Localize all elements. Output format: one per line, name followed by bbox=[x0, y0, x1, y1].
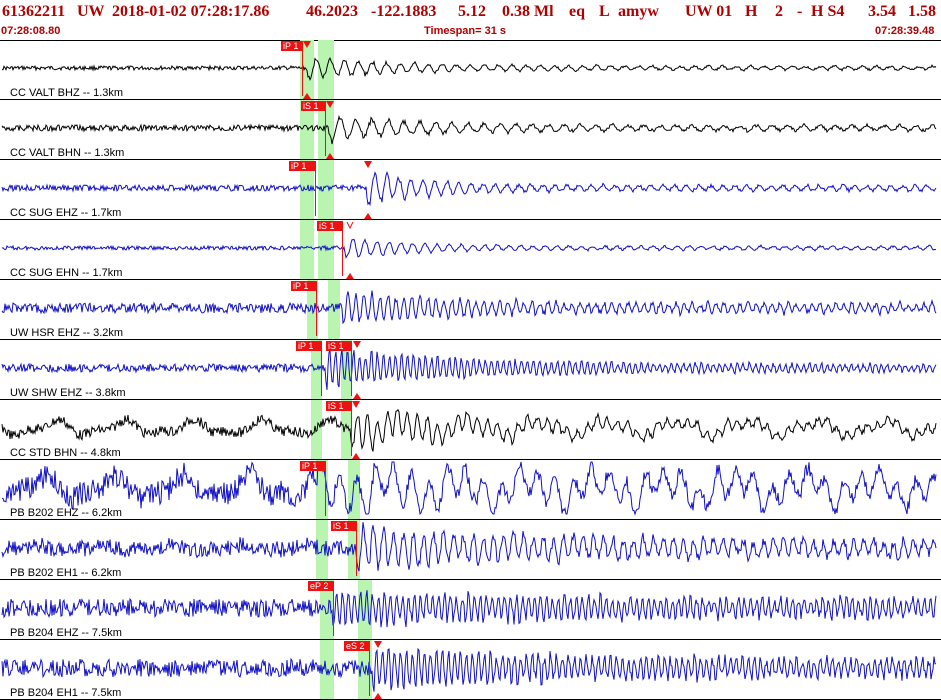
channel-track[interactable]: iP 1 UW HSR EHZ -- 3.2km bbox=[0, 280, 941, 340]
amplitude-marker-icon[interactable] bbox=[364, 213, 372, 219]
event-hs: H S4 bbox=[811, 3, 845, 20]
event-header: 61362211 UW 2018-01-02 07:28:17.86 46.20… bbox=[0, 0, 941, 41]
event-id: 61362211 bbox=[2, 3, 66, 20]
waveform-trace bbox=[1, 170, 937, 207]
event-dash: - bbox=[797, 3, 803, 20]
channel-track[interactable]: iS 1 PB B202 EH1 -- 6.2km bbox=[0, 520, 941, 580]
channel-label: CC SUG EHN -- 1.7km bbox=[10, 267, 122, 279]
pick-label: eS 2 bbox=[346, 641, 365, 651]
waveform-trace bbox=[1, 348, 937, 390]
channel-label: UW HSR EHZ -- 3.2km bbox=[10, 327, 123, 339]
channel-track[interactable]: iP 1 CC SUG EHZ -- 1.7km bbox=[0, 160, 941, 220]
channel-track[interactable]: eS 2 PB B204 EH1 -- 7.5km bbox=[0, 640, 941, 700]
waveform-trace bbox=[1, 522, 937, 572]
pick-label: iS 1 bbox=[328, 341, 344, 351]
waveform-trace bbox=[1, 114, 937, 145]
channel-label: PB B202 EHZ -- 6.2km bbox=[10, 507, 122, 519]
channel-track[interactable]: iP 1 iS 1 UW SHW EHZ -- 3.8km bbox=[0, 340, 941, 400]
time-end: 07:28:39.48 bbox=[875, 25, 935, 37]
event-datetime: 2018-01-02 07:28:17.86 bbox=[112, 3, 270, 20]
waveform-trace bbox=[1, 647, 936, 692]
pick-label: iS 1 bbox=[303, 101, 319, 111]
event-network: UW bbox=[77, 3, 105, 20]
pick-label: iS 1 bbox=[319, 221, 335, 231]
channel-label: PB B204 EH1 -- 7.5km bbox=[10, 687, 121, 699]
event-summary-line: 61362211 UW 2018-01-02 07:28:17.86 46.20… bbox=[2, 2, 939, 22]
time-ruler: 07:28:08.80 Timespan= 31 s 07:28:39.48 bbox=[0, 24, 941, 38]
s-phase-window bbox=[348, 460, 360, 520]
waveform-trace bbox=[1, 238, 937, 259]
seismogram-panel[interactable]: iP 1 CC VALT BHZ -- 1.3km iS 1 CC VALT BHN … bbox=[0, 40, 941, 700]
time-start: 07:28:08.80 bbox=[1, 25, 61, 37]
amplitude-marker-icon[interactable] bbox=[353, 341, 361, 348]
channel-label: CC VALT BHN -- 1.3km bbox=[10, 147, 124, 159]
event-type: eq bbox=[569, 3, 585, 20]
waveform-trace bbox=[1, 290, 937, 325]
amplitude-marker-icon[interactable] bbox=[352, 453, 360, 459]
event-count: 2 bbox=[775, 3, 783, 20]
pick-label: iP 1 bbox=[283, 41, 298, 51]
p-phase-window bbox=[300, 220, 314, 280]
channel-track[interactable]: iS 1 CC SUG EHN -- 1.7km bbox=[0, 220, 941, 280]
event-status: L bbox=[599, 3, 610, 20]
amplitude-marker-icon[interactable] bbox=[346, 221, 354, 230]
waveform-trace bbox=[1, 590, 937, 628]
p-phase-window bbox=[311, 400, 322, 460]
channel-track[interactable]: iP 1 CC VALT BHZ -- 1.3km bbox=[0, 40, 941, 100]
channel-label: CC VALT BHZ -- 1.3km bbox=[10, 87, 123, 99]
amplitude-marker-icon[interactable] bbox=[346, 273, 354, 279]
event-author: amyw bbox=[618, 3, 659, 20]
amplitude-marker-icon[interactable] bbox=[353, 393, 361, 399]
event-value-2: 1.58 bbox=[908, 3, 936, 20]
event-source: UW 01 bbox=[685, 3, 733, 20]
event-quality: H bbox=[745, 3, 758, 20]
event-value-1: 3.54 bbox=[868, 3, 896, 20]
event-magnitude: 0.38 Ml bbox=[502, 3, 554, 20]
pick-label: eP 2 bbox=[310, 581, 328, 591]
channel-track[interactable]: iS 1 CC STD BHN -- 4.8km bbox=[0, 400, 941, 460]
channel-label: PB B202 EH1 -- 6.2km bbox=[10, 567, 121, 579]
amplitude-marker-icon[interactable] bbox=[374, 693, 382, 699]
timespan-label: Timespan= 31 s bbox=[424, 25, 507, 37]
channel-label: UW SHW EHZ -- 3.8km bbox=[10, 387, 126, 399]
amplitude-marker-icon[interactable] bbox=[374, 641, 382, 648]
pick-label: iP 1 bbox=[291, 161, 306, 171]
channel-label: PB B204 EHZ -- 7.5km bbox=[10, 627, 122, 639]
amplitude-marker-icon[interactable] bbox=[364, 161, 372, 168]
channel-track[interactable]: iP 1 PB B202 EHZ -- 6.2km bbox=[0, 460, 941, 520]
event-longitude: -122.1883 bbox=[371, 3, 437, 20]
waveform-trace bbox=[1, 408, 937, 452]
channel-label: CC STD BHN -- 4.8km bbox=[10, 447, 121, 459]
pick-label: iP 1 bbox=[298, 341, 313, 351]
pick-label: iP 1 bbox=[293, 281, 308, 291]
channel-track[interactable]: eP 2 PB B204 EHZ -- 7.5km bbox=[0, 580, 941, 640]
channel-label: CC SUG EHZ -- 1.7km bbox=[10, 207, 121, 219]
waveform-trace bbox=[1, 461, 937, 516]
event-depth: 5.12 bbox=[458, 3, 486, 20]
amplitude-marker-icon[interactable] bbox=[352, 401, 360, 408]
event-latitude: 46.2023 bbox=[306, 3, 358, 20]
channel-track[interactable]: iS 1 CC VALT BHN -- 1.3km bbox=[0, 100, 941, 160]
waveform-canvas[interactable]: iP 1 CC VALT BHZ -- 1.3km iS 1 CC VALT BHN … bbox=[0, 40, 941, 700]
pick-label: iS 1 bbox=[328, 401, 344, 411]
pick-label: iP 1 bbox=[302, 461, 317, 471]
waveform-trace bbox=[1, 56, 937, 82]
pick-label: iS 1 bbox=[333, 521, 349, 531]
